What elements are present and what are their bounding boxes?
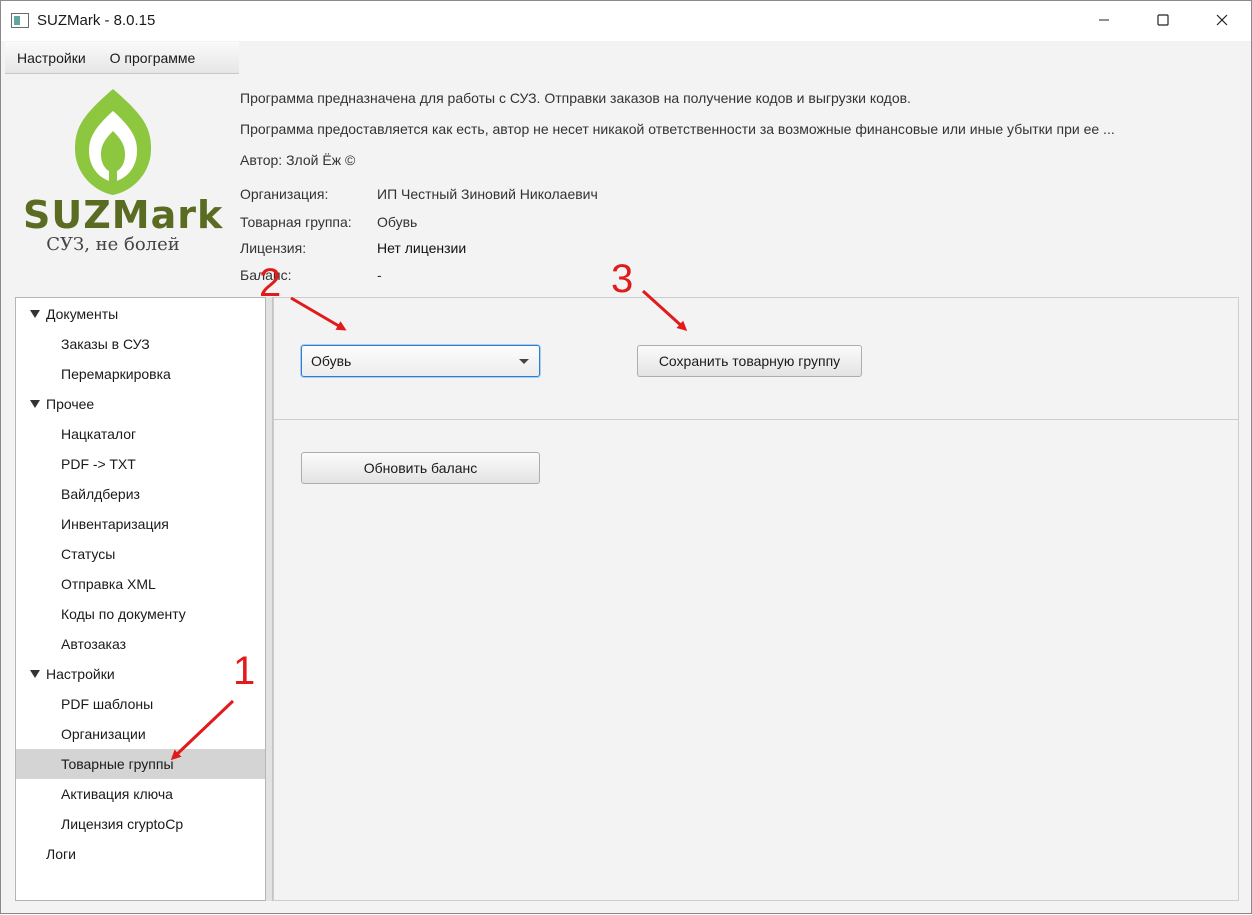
organization-value: ИП Честный Зиновий Николаевич <box>377 186 598 202</box>
menu-settings[interactable]: Настройки <box>17 50 86 66</box>
refresh-balance-button[interactable]: Обновить баланс <box>301 452 540 484</box>
tree-item-organizations[interactable]: Организации <box>16 719 265 749</box>
license-value: Нет лицензии <box>377 240 467 256</box>
product-group-select[interactable]: Обувь <box>301 345 540 377</box>
tree-item-wildberries[interactable]: Вайлдбериз <box>16 479 265 509</box>
navigation-tree: Документы Заказы в СУЗ Перемаркировка Пр… <box>15 297 266 901</box>
annotation-number-3: 3 <box>611 257 634 301</box>
product-group-label: Товарная группа: <box>240 214 352 230</box>
tree-item-documents[interactable]: Документы <box>16 299 265 329</box>
tree-item-pdf-templates[interactable]: PDF шаблоны <box>16 689 265 719</box>
maximize-icon <box>1157 14 1169 26</box>
expand-arrow-icon[interactable] <box>30 310 40 318</box>
tree-item-codes-by-document[interactable]: Коды по документу <box>16 599 265 629</box>
product-group-value: Обувь <box>377 214 418 230</box>
tree-item-product-groups[interactable]: Товарные группы <box>16 749 265 779</box>
tree-item-key-activation[interactable]: Активация ключа <box>16 779 265 809</box>
expand-arrow-icon[interactable] <box>30 670 40 678</box>
close-icon <box>1216 14 1228 26</box>
license-label: Лицензия: <box>240 240 307 256</box>
title-bar: SUZMark - 8.0.15 <box>1 1 1251 41</box>
minimize-icon <box>1099 19 1109 21</box>
split-pane-divider[interactable] <box>266 297 273 901</box>
tree-item-inventory[interactable]: Инвентаризация <box>16 509 265 539</box>
close-button[interactable] <box>1193 1 1251 39</box>
expand-arrow-icon[interactable] <box>30 400 40 408</box>
description-line-1: Программа предназначена для работы с СУЗ… <box>240 90 911 106</box>
menu-bar: Настройки О программе <box>5 42 239 74</box>
tree-item-autoorder[interactable]: Автозаказ <box>16 629 265 659</box>
tree-item-send-xml[interactable]: Отправка XML <box>16 569 265 599</box>
balance-panel <box>273 420 1239 901</box>
dropdown-arrow-icon <box>519 359 529 364</box>
balance-value: - <box>377 267 382 283</box>
organization-label: Организация: <box>240 186 329 202</box>
tree-item-logs[interactable]: Логи <box>16 839 265 869</box>
logo-tagline: СУЗ, не болей <box>46 234 180 255</box>
save-product-group-button[interactable]: Сохранить товарную группу <box>637 345 862 377</box>
leaf-logo-icon <box>75 89 151 195</box>
window-title: SUZMark - 8.0.15 <box>37 12 156 29</box>
tree-item-statuses[interactable]: Статусы <box>16 539 265 569</box>
annotation-number-1: 1 <box>233 649 256 693</box>
tree-item-remarking[interactable]: Перемаркировка <box>16 359 265 389</box>
annotation-number-2: 2 <box>259 261 282 305</box>
maximize-button[interactable] <box>1134 1 1192 39</box>
logo-wordmark: SUZMark <box>23 193 224 237</box>
product-group-select-value: Обувь <box>311 353 352 369</box>
minimize-button[interactable] <box>1075 1 1133 39</box>
logo: SUZMark СУЗ, не болей <box>23 87 224 257</box>
app-window: SUZMark - 8.0.15 Настройки О программе S… <box>0 0 1252 914</box>
tree-item-other[interactable]: Прочее <box>16 389 265 419</box>
description-line-2: Программа предоставляется как есть, авто… <box>240 121 1115 137</box>
menu-about[interactable]: О программе <box>110 50 196 66</box>
tree-item-suz-orders[interactable]: Заказы в СУЗ <box>16 329 265 359</box>
tree-item-national-catalog[interactable]: Нацкаталог <box>16 419 265 449</box>
tree-item-pdf-txt[interactable]: PDF -> TXT <box>16 449 265 479</box>
author-line: Автор: Злой Ёж © <box>240 152 356 168</box>
tree-item-cryptocp-license[interactable]: Лицензия cryptoCp <box>16 809 265 839</box>
tree-item-settings[interactable]: Настройки <box>16 659 265 689</box>
app-icon <box>11 13 29 28</box>
